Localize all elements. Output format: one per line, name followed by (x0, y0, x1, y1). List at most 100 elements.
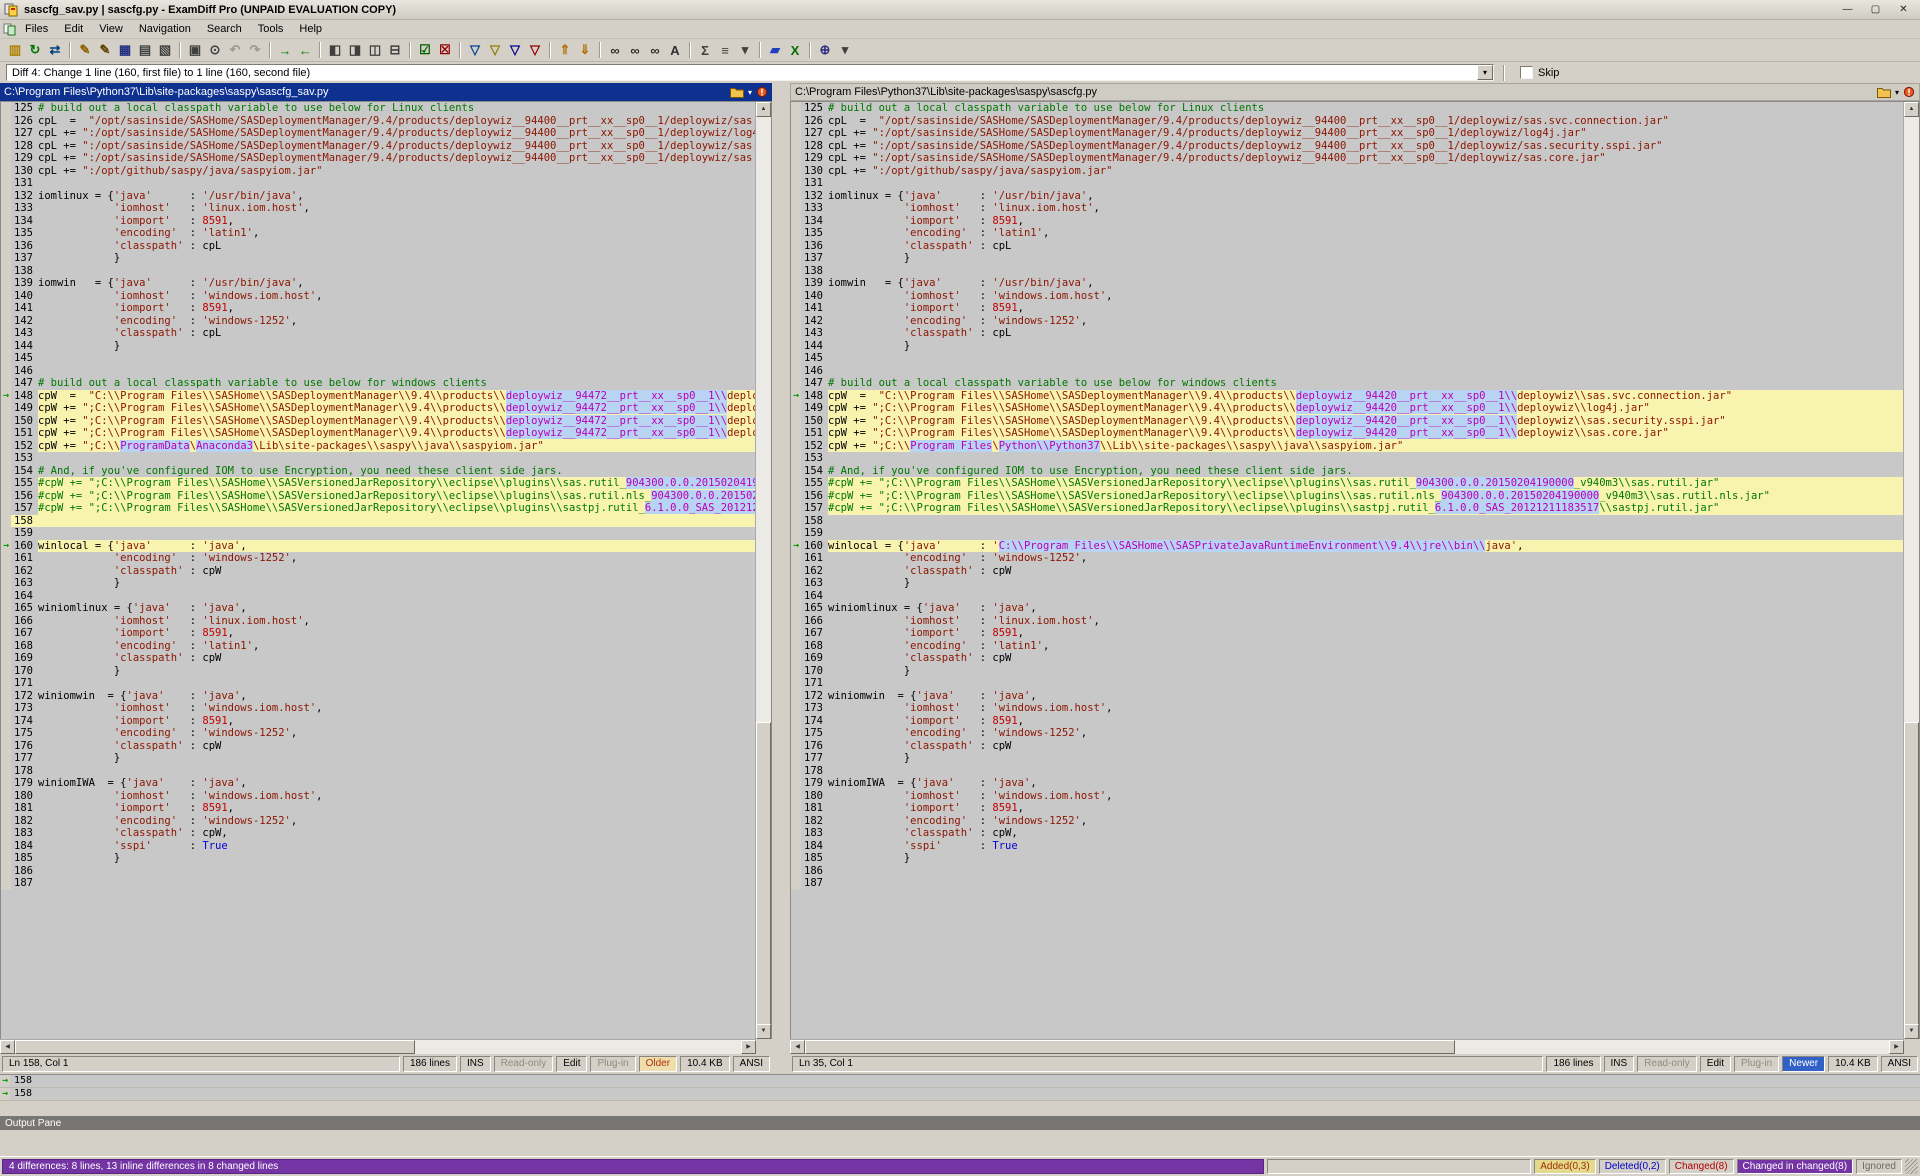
recompare-icon[interactable]: ↻ (25, 41, 45, 60)
filter-changed-icon[interactable]: ▽ (525, 41, 545, 60)
browse-file-icon[interactable] (730, 87, 744, 98)
menu-tools[interactable]: Tools (250, 21, 292, 37)
output-pane-header[interactable]: Output Pane (0, 1116, 1920, 1130)
scroll-left-icon[interactable]: ◀ (0, 1040, 15, 1054)
pane-splitter[interactable] (772, 83, 790, 1074)
gutter-margin (1, 652, 11, 665)
print-icon[interactable]: ▤ (135, 41, 155, 60)
menu-edit[interactable]: Edit (56, 21, 91, 37)
second-file-header: C:\Program Files\Python37\Lib\site-packa… (790, 83, 1920, 101)
gutter-margin (1, 565, 11, 578)
redo-icon[interactable]: ↷ (245, 41, 265, 60)
vertical-scroll-thumb[interactable] (756, 722, 771, 1029)
menu-files[interactable]: Files (17, 21, 56, 37)
code-text (828, 177, 1903, 190)
gutter-margin (791, 302, 801, 315)
line-number: 128 (11, 140, 38, 153)
second-horizontal-scrollbar[interactable]: ◀ ▶ (790, 1039, 1904, 1054)
menu-help[interactable]: Help (291, 21, 330, 37)
horizontal-layout-icon[interactable]: ⊟ (385, 41, 405, 60)
next-diff-icon[interactable]: → (275, 41, 295, 60)
code-line: 182 'encoding' : 'windows-1252', (791, 815, 1903, 828)
scroll-right-icon[interactable]: ▶ (741, 1040, 756, 1054)
match-options-icon[interactable]: A (665, 41, 685, 60)
gutter-margin (791, 227, 801, 240)
diff-navigation-bar: Diff 4: Change 1 line (160, first file) … (0, 62, 1920, 83)
status-cursor-position: Ln 158, Col 1 (2, 1056, 400, 1072)
show-second-only-icon[interactable]: ◨ (345, 41, 365, 60)
line-number: 166 (11, 615, 38, 628)
options-dropdown-icon[interactable]: ▾ (835, 41, 855, 60)
options-icon[interactable]: ⊕ (815, 41, 835, 60)
line-number: 171 (11, 677, 38, 690)
menu-search[interactable]: Search (199, 21, 250, 37)
show-first-only-icon[interactable]: ◧ (325, 41, 345, 60)
second-file-code-view[interactable]: 125# build out a local classpath variabl… (790, 101, 1920, 1039)
menu-navigation[interactable]: Navigation (131, 21, 199, 37)
diff-selector-dropdown-icon[interactable]: ▾ (1477, 65, 1493, 80)
statistics-icon[interactable]: Σ (695, 41, 715, 60)
first-file-path: C:\Program Files\Python37\Lib\site-packa… (4, 86, 328, 98)
horizontal-scroll-thumb[interactable] (805, 1040, 1455, 1054)
minimize-button[interactable]: — (1835, 2, 1860, 18)
edit-first-file-icon[interactable]: ✎ (75, 41, 95, 60)
menu-view[interactable]: View (91, 21, 131, 37)
horizontal-scroll-thumb[interactable] (15, 1040, 415, 1054)
scroll-left-icon[interactable]: ◀ (790, 1040, 805, 1054)
browse-file-icon[interactable] (1877, 87, 1891, 98)
save-icon[interactable]: ▦ (115, 41, 135, 60)
find-next-icon[interactable]: ∞ (625, 41, 645, 60)
code-line: 125# build out a local classpath variabl… (1, 102, 755, 115)
prev-diff-icon[interactable]: → (295, 41, 315, 60)
edit-second-file-icon[interactable]: ✎ (95, 41, 115, 60)
plugins-icon[interactable]: ▰ (765, 41, 785, 60)
code-text (38, 365, 755, 378)
show-differences-icon[interactable]: ☒ (435, 41, 455, 60)
filter-icon[interactable]: ▽ (465, 41, 485, 60)
code-text (38, 452, 755, 465)
layout-options-icon[interactable]: ≡ (715, 41, 735, 60)
scroll-down-icon[interactable]: ▼ (756, 1024, 771, 1039)
undo-icon[interactable]: ↶ (225, 41, 245, 60)
second-vertical-scrollbar[interactable]: ▲ ▼ (1903, 102, 1919, 1039)
badge-chinch: Changed in changed(8) (1737, 1159, 1854, 1174)
show-identical-lines-icon[interactable]: ☑ (415, 41, 435, 60)
edit-file-icon[interactable] (1903, 86, 1915, 98)
close-button[interactable]: ✕ (1891, 2, 1916, 18)
prev-change-icon[interactable]: ⇑ (555, 41, 575, 60)
copy-icon[interactable]: ▣ (185, 41, 205, 60)
diff-selector[interactable]: Diff 4: Change 1 line (160, first file) … (6, 64, 1494, 81)
swap-files-icon[interactable]: ⇄ (45, 41, 65, 60)
gutter-margin (791, 452, 801, 465)
vertical-scroll-thumb[interactable] (1904, 722, 1919, 1029)
maximize-button[interactable]: ▢ (1863, 2, 1888, 18)
search-icon[interactable]: ⊙ (205, 41, 225, 60)
resize-grip[interactable] (1905, 1159, 1918, 1174)
skip-checkbox[interactable] (1520, 66, 1533, 79)
file-menu-dropdown-icon[interactable]: ▾ (748, 88, 752, 97)
first-vertical-scrollbar[interactable]: ▲ ▼ (755, 102, 771, 1039)
open-icon[interactable]: ▥ (5, 41, 25, 60)
show-both-panes-icon[interactable]: ◫ (365, 41, 385, 60)
status-read-only: Read-only (1637, 1056, 1697, 1072)
scroll-up-icon[interactable]: ▲ (756, 102, 771, 117)
filter-added-icon[interactable]: ▽ (485, 41, 505, 60)
scroll-right-icon[interactable]: ▶ (1889, 1040, 1904, 1054)
layout-dropdown-icon[interactable]: ▾ (735, 41, 755, 60)
scroll-down-icon[interactable]: ▼ (1904, 1024, 1919, 1039)
gutter-margin (1, 227, 11, 240)
code-line: 134 'iomport' : 8591, (1, 215, 755, 228)
scroll-up-icon[interactable]: ▲ (1904, 102, 1919, 117)
filter-deleted-icon[interactable]: ▽ (505, 41, 525, 60)
first-horizontal-scrollbar[interactable]: ◀ ▶ (0, 1039, 756, 1054)
edit-file-icon[interactable] (756, 86, 768, 98)
export-report-icon[interactable]: X (785, 41, 805, 60)
file-menu-dropdown-icon[interactable]: ▾ (1895, 88, 1899, 97)
toolbar-separator (1503, 65, 1505, 81)
find-prev-icon[interactable]: ∞ (645, 41, 665, 60)
next-change-icon[interactable]: ⇓ (575, 41, 595, 60)
first-file-code-view[interactable]: 125# build out a local classpath variabl… (0, 101, 772, 1039)
print-preview-icon[interactable]: ▧ (155, 41, 175, 60)
code-line: 170 } (1, 665, 755, 678)
find-icon[interactable]: ∞ (605, 41, 625, 60)
